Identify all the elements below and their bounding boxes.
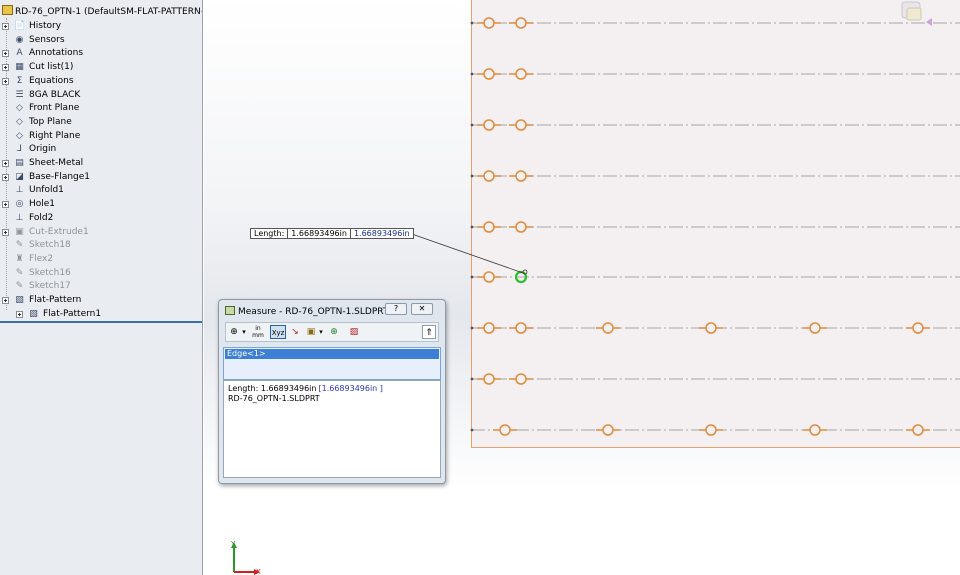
callout-value: 1.66893496in <box>288 229 351 238</box>
hole <box>602 322 614 334</box>
selection-list[interactable]: Edge<1> <box>223 347 441 380</box>
centerline-endpoint <box>470 21 474 25</box>
collapse-button[interactable]: ⇑ <box>422 325 436 339</box>
centerline-endpoint <box>470 174 474 178</box>
units-precision-button[interactable]: in mm <box>250 325 266 339</box>
hole <box>483 68 495 80</box>
reference-triad-icon <box>901 1 932 26</box>
hole <box>515 119 527 131</box>
coordinate-triad: Y X <box>230 540 261 575</box>
hole <box>515 322 527 334</box>
callout-label: Length: <box>251 229 289 238</box>
length-callout: Length: 1.66893496in 1.66893496in <box>250 228 414 239</box>
triad-y-label: Y <box>230 540 236 548</box>
result-length: Length: 1.66893496in <box>228 384 317 393</box>
result-length-line: Length: 1.66893496in [1.66893496in ] <box>228 384 383 393</box>
result-part-name: RD-76_OPTN-1.SLDPRT <box>228 394 320 403</box>
measure-results: Length: 1.66893496in [1.66893496in ] RD-7… <box>223 380 441 478</box>
centerline-endpoint <box>470 377 474 381</box>
measure-icon <box>225 306 235 315</box>
hole <box>483 170 495 182</box>
centerline-endpoint <box>470 275 474 279</box>
centerline-endpoint <box>470 428 474 432</box>
callout-alt-value: 1.66893496in <box>353 229 410 238</box>
hole <box>705 424 717 436</box>
measure-title-bar[interactable]: Measure - RD-76_OPTN-1.SLDPRT <box>225 305 388 319</box>
hole <box>483 322 495 334</box>
centerline-endpoint <box>470 123 474 127</box>
center-of-mass-icon[interactable]: ⊕ <box>328 325 340 339</box>
measurement-history-icon[interactable]: ▨ <box>348 325 360 339</box>
close-button[interactable]: ✕ <box>411 303 433 315</box>
hole <box>809 322 821 334</box>
help-button[interactable]: ? <box>385 303 407 315</box>
point-to-point-icon[interactable]: ↘ <box>289 325 301 339</box>
measure-dialog[interactable]: Measure - RD-76_OPTN-1.SLDPRT ? ✕ ⊕ ▾ in… <box>218 299 446 484</box>
result-alt-length: [1.66893496in ] <box>318 384 383 393</box>
centerline-endpoint <box>470 326 474 330</box>
dropdown-arrow-icon[interactable]: ▾ <box>317 325 325 339</box>
hole <box>912 424 924 436</box>
hole <box>515 170 527 182</box>
xyz-measure-button[interactable]: Xyz <box>270 325 286 339</box>
flat-pattern-geometry <box>408 17 960 436</box>
selected-entity[interactable]: Edge<1> <box>225 349 439 359</box>
hole <box>602 424 614 436</box>
hole <box>705 322 717 334</box>
callout-leader <box>408 232 524 274</box>
dropdown-arrow-icon[interactable]: ▾ <box>240 325 248 339</box>
hole <box>912 322 924 334</box>
projected-on-icon[interactable]: ▣ <box>305 325 317 339</box>
hole <box>483 271 495 283</box>
centerline-endpoint <box>470 225 474 229</box>
hole <box>515 68 527 80</box>
hole <box>483 373 495 385</box>
hole <box>515 17 527 29</box>
arc-circle-options-icon[interactable]: ⊕ <box>228 325 240 339</box>
hole <box>499 424 511 436</box>
hole <box>515 221 527 233</box>
measure-title: Measure - RD-76_OPTN-1.SLDPRT <box>238 307 389 317</box>
measure-toolbar: ⊕ ▾ in mm Xyz ↘ ▣ ▾ ⊕ ▨ ⇑ <box>225 322 439 342</box>
hole <box>483 119 495 131</box>
centerline-endpoint <box>470 72 474 76</box>
triad-x-label: X <box>256 568 261 575</box>
hole <box>483 221 495 233</box>
hole <box>483 17 495 29</box>
hole <box>515 373 527 385</box>
hole <box>809 424 821 436</box>
